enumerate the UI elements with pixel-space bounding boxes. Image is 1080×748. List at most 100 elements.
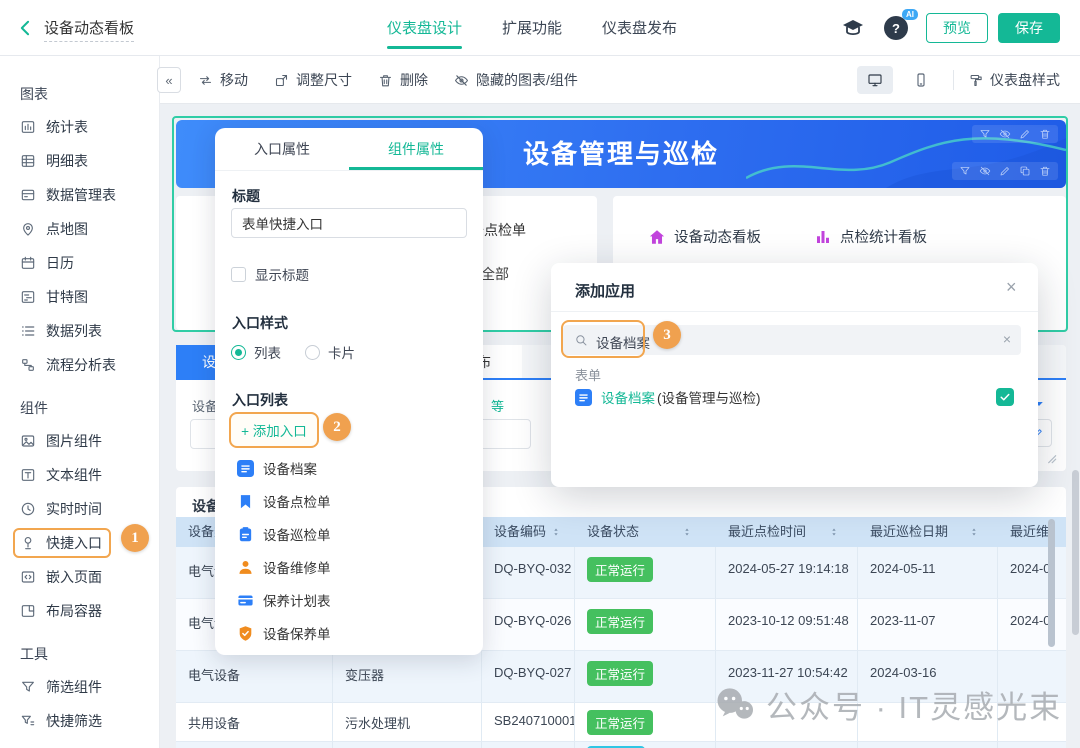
column-header[interactable]: 设备编码	[482, 517, 575, 547]
sidebar-item-text[interactable]: 文本组件	[0, 458, 159, 492]
app-header: 设备动态看板 仪表盘设计 扩展功能 仪表盘发布 ? AI 预览 保存	[0, 0, 1080, 56]
person-icon	[237, 559, 254, 576]
tab-dashboard-design[interactable]: 仪表盘设计	[387, 17, 462, 49]
clear-search-icon[interactable]: ×	[1003, 331, 1011, 347]
panel-tab-component-props[interactable]: 组件属性	[349, 128, 483, 170]
title-input[interactable]	[231, 208, 467, 238]
widget-minibar-top[interactable]	[972, 125, 1058, 143]
status-badge: 正常运行	[587, 710, 653, 735]
eye-off-icon[interactable]	[999, 128, 1011, 140]
flow-icon	[20, 357, 36, 373]
entry-item[interactable]: 设备巡检单	[237, 524, 331, 544]
resize-handle-icon[interactable]	[1044, 451, 1058, 465]
canvas-scrollbar[interactable]	[1072, 470, 1079, 635]
dashboard-link-stats[interactable]: 点检统计看板	[814, 226, 927, 247]
annotation-step-2: 2	[323, 413, 351, 441]
preview-button[interactable]: 预览	[926, 13, 988, 43]
tab-dashboard-publish[interactable]: 仪表盘发布	[602, 17, 677, 49]
selected-checkbox[interactable]	[996, 388, 1014, 406]
page-title[interactable]: 设备动态看板	[44, 17, 134, 42]
watermark: 公众号 · IT灵感光束	[714, 682, 1062, 727]
sort-icon[interactable]	[682, 526, 692, 538]
entry-item[interactable]: 设备档案	[237, 458, 331, 478]
sidebar-item-stat-table[interactable]: 统计表	[0, 110, 159, 144]
data-table-icon	[20, 187, 36, 203]
desktop-view-button[interactable]	[857, 66, 893, 94]
add-entry-button[interactable]: + 添加入口	[229, 412, 319, 448]
sidebar-item-realtime-clock[interactable]: 实时时间	[0, 492, 159, 526]
save-button[interactable]: 保存	[998, 13, 1060, 43]
panel-tab-entry-props[interactable]: 入口属性	[215, 128, 349, 170]
edit-icon[interactable]	[1019, 128, 1031, 140]
tab-extensions[interactable]: 扩展功能	[502, 17, 562, 49]
collapse-sidebar-button[interactable]: «	[157, 67, 181, 93]
sidebar-item-data-list[interactable]: 数据列表	[0, 314, 159, 348]
filter-operator[interactable]: 等	[491, 396, 504, 415]
eye-off-icon[interactable]	[979, 165, 991, 177]
delete-icon[interactable]	[1039, 165, 1051, 177]
dashboard-style-button[interactable]: 仪表盘样式	[968, 70, 1060, 90]
column-header[interactable]: 设备状态	[575, 517, 716, 547]
radio-card[interactable]	[305, 345, 320, 360]
search-icon	[574, 333, 588, 347]
sidebar-item-data-manage-table[interactable]: 数据管理表	[0, 178, 159, 212]
app-search-bar[interactable]: 设备档案 ×	[563, 325, 1021, 355]
delete-button[interactable]: 删除	[378, 70, 428, 90]
cell-type	[176, 742, 333, 748]
sort-icon[interactable]	[969, 526, 979, 538]
move-button[interactable]: 移动	[198, 70, 248, 90]
table-scrollbar[interactable]	[1048, 519, 1055, 647]
watermark-text: 公众号 · IT灵感光束	[766, 682, 1062, 727]
cell-type: 电气设备	[176, 651, 333, 702]
cell-last-patrol	[858, 742, 998, 748]
delete-icon[interactable]	[1039, 128, 1051, 140]
search-input-value[interactable]: 设备档案	[596, 332, 650, 352]
list-icon	[20, 323, 36, 339]
column-header[interactable]: 最近维	[998, 517, 1066, 547]
sort-icon[interactable]	[551, 526, 561, 538]
close-icon[interactable]: ×	[1006, 278, 1017, 296]
dashboard-link-current[interactable]: 设备动态看板	[648, 226, 761, 247]
collapse-icon: «	[165, 73, 172, 88]
image-icon	[20, 433, 36, 449]
sidebar-item-point-map[interactable]: 点地图	[0, 212, 159, 246]
funnel-icon[interactable]	[979, 128, 991, 140]
sidebar-item-image[interactable]: 图片组件	[0, 424, 159, 458]
trash-icon	[378, 73, 393, 88]
app-result-row[interactable]: 设备档案 (设备管理与巡检)	[575, 387, 1014, 407]
sort-icon[interactable]	[829, 526, 839, 538]
sidebar-item-flow-analysis[interactable]: 流程分析表	[0, 348, 159, 382]
sidebar-item-calendar[interactable]: 日历	[0, 246, 159, 280]
back-icon[interactable]	[16, 17, 36, 39]
show-title-row[interactable]: 显示标题	[231, 264, 309, 284]
table-row[interactable]	[176, 742, 1066, 748]
widget-minibar-bottom[interactable]	[952, 162, 1058, 180]
column-header[interactable]: 最近点检时间	[716, 517, 858, 547]
sidebar-item-quick-filter[interactable]: 快捷筛选	[0, 704, 159, 738]
funnel-icon[interactable]	[959, 165, 971, 177]
graduation-cap-icon[interactable]	[841, 16, 865, 40]
sidebar-item-layout-container[interactable]: 布局容器	[0, 594, 159, 628]
column-header[interactable]: 最近巡检日期	[858, 517, 998, 547]
entry-item[interactable]: 设备点检单	[237, 491, 331, 511]
style-option-card[interactable]: 卡片	[305, 342, 355, 362]
cell-last-patrol: 2024-05-11	[858, 547, 998, 598]
entry-item[interactable]: 保养计划表	[237, 590, 331, 610]
sidebar-item-gantt[interactable]: 甘特图	[0, 280, 159, 314]
hidden-widgets-button[interactable]: 隐藏的图表/组件	[454, 70, 578, 90]
copy-icon[interactable]	[1019, 165, 1031, 177]
mobile-view-button[interactable]	[903, 66, 939, 94]
sidebar-item-embed-page[interactable]: 嵌入页面	[0, 560, 159, 594]
entry-item[interactable]: 设备保养单	[237, 623, 331, 643]
edit-icon[interactable]	[999, 165, 1011, 177]
sidebar-item-filter-component[interactable]: 筛选组件	[0, 670, 159, 704]
radio-list[interactable]	[231, 345, 246, 360]
style-option-list[interactable]: 列表	[231, 342, 281, 362]
show-title-checkbox[interactable]	[231, 267, 246, 282]
sidebar-item-detail-table[interactable]: 明细表	[0, 144, 159, 178]
entry-item[interactable]: 设备维修单	[237, 557, 331, 577]
bar-chart-icon	[814, 228, 832, 246]
toolbar-divider	[953, 70, 954, 90]
resize-button[interactable]: 调整尺寸	[274, 70, 352, 90]
help-button[interactable]: ? AI	[884, 16, 908, 40]
